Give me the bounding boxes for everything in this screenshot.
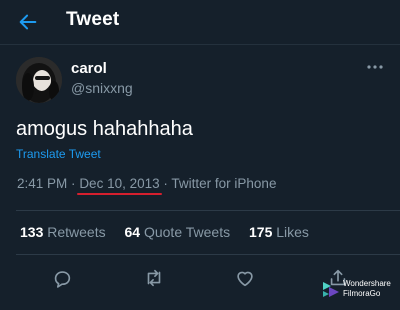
like-heart-icon[interactable] — [234, 267, 256, 289]
retweet-icon[interactable] — [143, 267, 165, 289]
watermark-text: Wondershare FilmoraGo — [343, 279, 391, 299]
quote-tweets-label: Quote Tweets — [143, 224, 231, 240]
filmorago-watermark: Wondershare FilmoraGo — [321, 278, 397, 304]
tweet-detail-page: Tweet carol @snixxng amogus hahahhaha Tr… — [0, 0, 400, 310]
user-handle[interactable]: @snixxng — [71, 80, 133, 96]
quote-tweets-stat[interactable]: 64 Quote Tweets — [125, 224, 235, 240]
tweet-time: 2:41 PM — [17, 176, 68, 191]
likes-label: Likes — [276, 224, 309, 240]
reply-icon[interactable] — [51, 267, 73, 289]
display-name[interactable]: carol — [71, 60, 107, 77]
tweet-text: amogus hahahhaha — [16, 118, 193, 140]
watermark-line-2: FilmoraGo — [343, 289, 381, 298]
retweets-stat[interactable]: 133 Retweets — [20, 224, 110, 240]
page-title: Tweet — [66, 9, 120, 30]
more-options-icon[interactable] — [366, 60, 384, 74]
retweets-label: Retweets — [47, 224, 106, 240]
tweet-source[interactable]: Twitter for iPhone — [171, 176, 276, 191]
likes-count: 175 — [249, 224, 273, 240]
engagement-stats: 133 Retweets 64 Quote Tweets 175 Likes — [20, 224, 324, 240]
divider — [16, 210, 400, 211]
date-highlight-underline — [77, 193, 162, 195]
separator: · — [163, 176, 168, 191]
tweet-date: Dec 10, 2013 — [79, 176, 160, 191]
top-bar: Tweet — [0, 0, 400, 45]
likes-stat[interactable]: 175 Likes — [249, 224, 309, 240]
avatar-image — [16, 57, 62, 103]
tweet-metadata: 2:41 PM · Dec 10, 2013 · Twitter for iPh… — [17, 176, 276, 195]
filmorago-logo-icon — [323, 282, 339, 297]
avatar[interactable] — [16, 57, 62, 103]
back-arrow-icon[interactable] — [17, 11, 39, 33]
divider — [16, 254, 400, 255]
quote-tweets-count: 64 — [124, 224, 141, 240]
retweets-count: 133 — [20, 224, 44, 240]
tweet-date-wrapper: Dec 10, 2013 — [77, 176, 162, 195]
watermark-line-1: Wondershare — [343, 279, 391, 288]
translate-tweet-link[interactable]: Translate Tweet — [16, 147, 101, 161]
separator: · — [71, 176, 76, 191]
